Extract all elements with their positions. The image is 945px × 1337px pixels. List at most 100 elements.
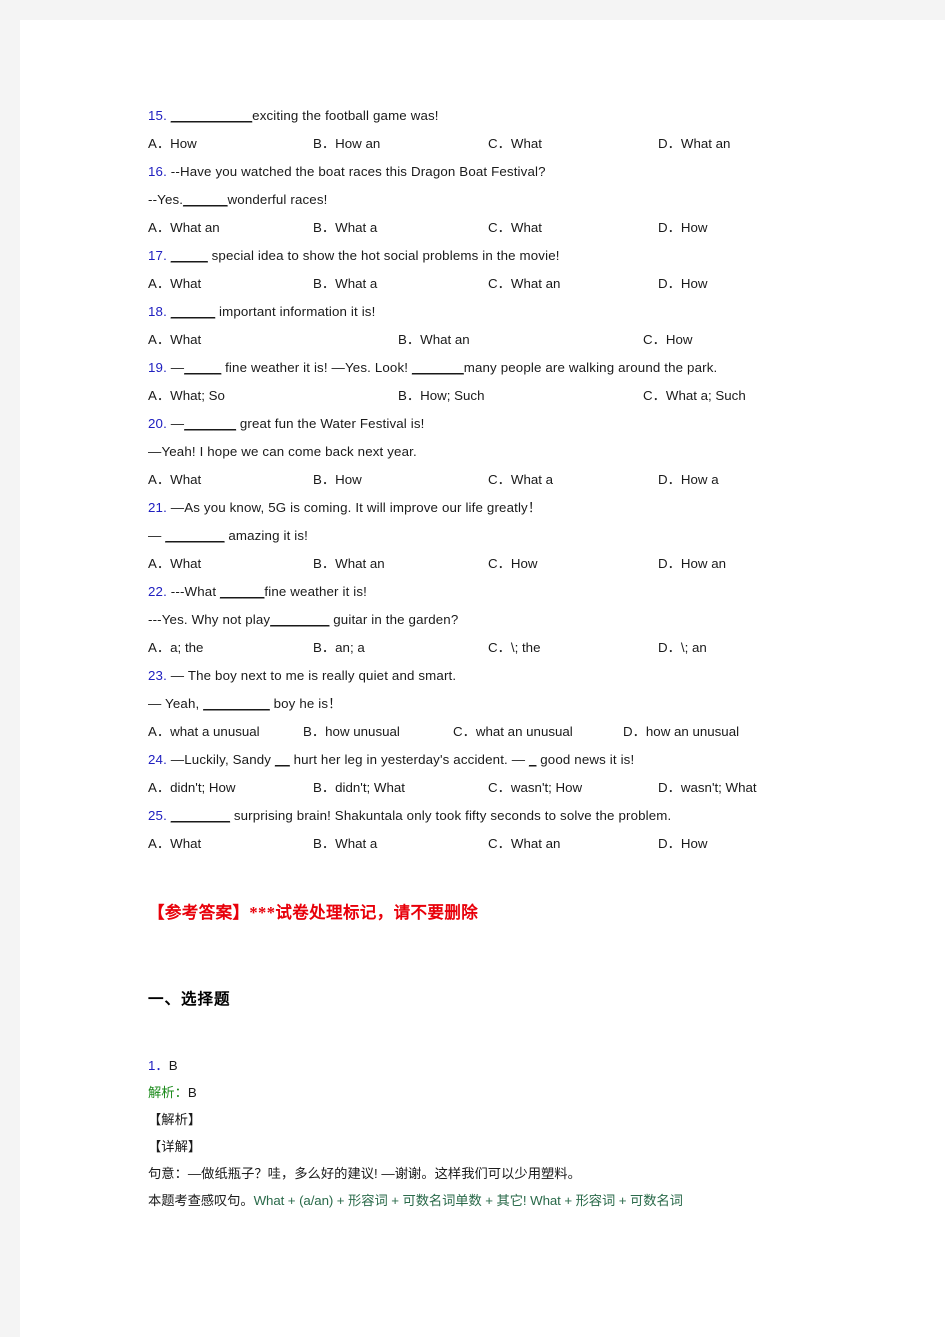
option-d[interactable]: D．How a: [658, 466, 719, 494]
question-18-blank: ______: [170, 304, 216, 319]
option-d[interactable]: D．What an: [658, 130, 730, 158]
question-18-options: A．What B．What an C．How: [148, 326, 848, 354]
option-b[interactable]: B．What an: [398, 326, 643, 354]
option-c[interactable]: C．What: [488, 214, 658, 242]
document-page: 15. ___________exciting the football gam…: [20, 20, 945, 1337]
question-16-line2-pre: --Yes.: [148, 192, 184, 207]
question-25-number: 25.: [148, 808, 167, 823]
answer-item-1-jiexi: 解析：B: [148, 1079, 848, 1106]
bracket-xiangjie: 【详解】: [148, 1139, 202, 1154]
question-18-stem-text: important information it is!: [215, 304, 376, 319]
question-20-line2: —Yeah! I hope we can come back next year…: [148, 444, 417, 459]
explanation-rule-body: What + (a/an) + 形容词 + 可数名词单数 + 其它! What …: [253, 1193, 683, 1208]
question-24-blank-1: __: [274, 752, 290, 767]
question-24-mid: hurt her leg in yesterday's accident. —: [289, 752, 530, 767]
question-16-stem: 16. --Have you watched the boat races th…: [148, 158, 848, 186]
option-a[interactable]: A．What: [148, 466, 313, 494]
question-23-line2: — Yeah, _________ boy he is！: [148, 690, 848, 718]
question-21-options: A．What B．What an C．How D．How an: [148, 550, 848, 578]
option-a[interactable]: A．What: [148, 550, 313, 578]
question-21-line2-post: amazing it is!: [224, 528, 309, 543]
option-a[interactable]: A．How: [148, 130, 313, 158]
option-c[interactable]: C．what an unusual: [453, 718, 623, 746]
option-c[interactable]: C．How: [643, 326, 693, 354]
question-23-line2-post: boy he is！: [269, 696, 342, 711]
option-a[interactable]: A．a; the: [148, 634, 313, 662]
question-20-stem: 20. —_______ great fun the Water Festiva…: [148, 410, 848, 438]
question-19-stem: 19. —_____ fine weather it is! —Yes. Loo…: [148, 354, 848, 382]
option-b[interactable]: B．How: [313, 466, 488, 494]
option-d[interactable]: D．How: [658, 214, 708, 242]
option-d[interactable]: D．how an unusual: [623, 718, 739, 746]
option-d[interactable]: D．How: [658, 270, 708, 298]
question-19-options: A．What; So B．How; Such C．What a; Such: [148, 382, 848, 410]
document-content: 15. ___________exciting the football gam…: [148, 102, 848, 1214]
question-23-options: A．what a unusual B．how unusual C．what an…: [148, 718, 848, 746]
answer-item-1-number: 1．: [148, 1058, 169, 1073]
option-b[interactable]: B．What an: [313, 550, 488, 578]
option-b[interactable]: B．didn't; What: [313, 774, 488, 802]
option-c[interactable]: C．What a: [488, 466, 658, 494]
option-a[interactable]: A．What: [148, 326, 398, 354]
question-20-number: 20.: [148, 416, 167, 431]
option-d[interactable]: D．How an: [658, 550, 726, 578]
question-22-line2-post: guitar in the garden?: [329, 612, 459, 627]
option-c[interactable]: C．What an: [488, 270, 658, 298]
option-b[interactable]: B．How; Such: [398, 382, 643, 410]
question-21-number: 21.: [148, 500, 167, 515]
option-d[interactable]: D．wasn't; What: [658, 774, 757, 802]
question-21-line2-pre: —: [148, 528, 166, 543]
question-22-number: 22.: [148, 584, 167, 599]
question-17-stem-text: special idea to show the hot social prob…: [207, 248, 560, 263]
question-15-options: A．How B．How an C．What D．What an: [148, 130, 848, 158]
question-22-options: A．a; the B．an; a C．\; the D．\; an: [148, 634, 848, 662]
option-a[interactable]: A．didn't; How: [148, 774, 313, 802]
question-17-blank: _____: [170, 248, 208, 263]
question-24-options: A．didn't; How B．didn't; What C．wasn't; H…: [148, 774, 848, 802]
option-b[interactable]: B．What a: [313, 214, 488, 242]
option-c[interactable]: C．What an: [488, 830, 658, 858]
question-22-blank-2: ________: [270, 612, 330, 627]
question-25-stem: 25. ________ surprising brain! Shakuntal…: [148, 802, 848, 830]
answer-section-title: 一、选择题: [148, 991, 231, 1008]
option-a[interactable]: A．what a unusual: [148, 718, 303, 746]
question-21-blank: ________: [165, 528, 225, 543]
question-22-line2-pre: ---Yes. Why not play: [148, 612, 271, 627]
question-21-line2: — ________ amazing it is!: [148, 522, 848, 550]
answer-key-marker: 【参考答案】***试卷处理标记，请不要删除: [148, 903, 479, 922]
question-23-number: 23.: [148, 668, 167, 683]
option-a[interactable]: A．What: [148, 830, 313, 858]
question-19-blank-2: _______: [411, 360, 464, 375]
option-a[interactable]: A．What an: [148, 214, 313, 242]
option-c[interactable]: C．What a; Such: [643, 382, 746, 410]
option-d[interactable]: D．\; an: [658, 634, 707, 662]
bracket-jiexi: 【解析】: [148, 1112, 202, 1127]
option-b[interactable]: B．an; a: [313, 634, 488, 662]
option-a[interactable]: A．What: [148, 270, 313, 298]
explanation-rule-pre: 本题考查感叹句。: [148, 1193, 254, 1208]
question-15-number: 15.: [148, 108, 167, 123]
question-18-stem: 18. ______ important information it is!: [148, 298, 848, 326]
option-b[interactable]: B．What a: [313, 270, 488, 298]
question-22-line1-pre: ---What: [170, 584, 221, 599]
option-b[interactable]: B．how unusual: [303, 718, 453, 746]
question-24-pre: —Luckily, Sandy: [170, 752, 275, 767]
option-b[interactable]: B．What a: [313, 830, 488, 858]
question-15-stem: 15. ___________exciting the football gam…: [148, 102, 848, 130]
question-20-dash: —: [170, 416, 185, 431]
explanation-meaning: 句意：—做纸瓶子？哇，多么好的建议! —谢谢。这样我们可以少用塑料。: [148, 1166, 581, 1181]
option-c[interactable]: C．What: [488, 130, 658, 158]
option-a[interactable]: A．What; So: [148, 382, 398, 410]
question-19-mid: fine weather it is! —Yes. Look!: [221, 360, 412, 375]
option-c[interactable]: C．\; the: [488, 634, 658, 662]
option-b[interactable]: B．How an: [313, 130, 488, 158]
question-16-blank: ______: [183, 192, 228, 207]
option-c[interactable]: C．How: [488, 550, 658, 578]
option-d[interactable]: D．How: [658, 830, 708, 858]
question-16-line2-post: wonderful races!: [227, 192, 328, 207]
question-21-line1: —As you know, 5G is coming. It will impr…: [170, 500, 542, 515]
option-c[interactable]: C．wasn't; How: [488, 774, 658, 802]
question-24-stem: 24. —Luckily, Sandy __ hurt her leg in y…: [148, 746, 848, 774]
question-15-blank: ___________: [170, 108, 253, 123]
question-19-blank-1: _____: [184, 360, 222, 375]
